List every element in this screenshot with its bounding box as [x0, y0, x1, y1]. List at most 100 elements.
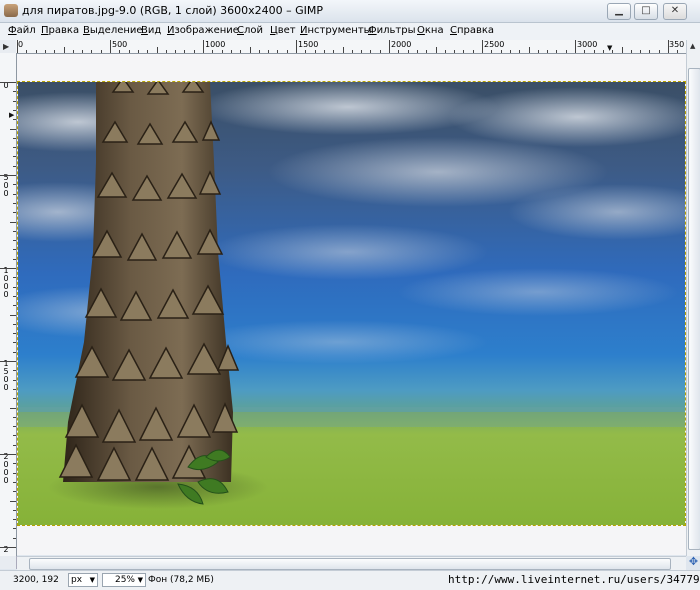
menu-layer[interactable]: Слой [237, 25, 263, 36]
ruler-tick [175, 50, 177, 53]
horizontal-scrollbar[interactable] [17, 556, 686, 570]
menu-colors[interactable]: Цвет [270, 25, 296, 36]
vertical-scrollbar[interactable]: ▲ [686, 40, 700, 556]
horizontal-ruler[interactable]: 0 500 1000 1500 2000 2500 3000 350 ▼ [16, 40, 686, 54]
ruler-tick [44, 50, 46, 53]
ruler-tick [203, 40, 204, 53]
ruler-tick [435, 47, 437, 53]
ruler-tick [398, 50, 400, 53]
ruler-label: 2000 [391, 40, 412, 49]
ruler-label: 2000 [3, 452, 9, 485]
ruler-tick [258, 50, 260, 53]
ruler-tick [268, 50, 270, 53]
ruler-tick [426, 50, 428, 53]
ruler-tick [13, 277, 16, 279]
horizontal-scroll-thumb[interactable] [29, 558, 671, 570]
vertical-ruler[interactable]: 0 500 1000 1500 2000 2 ▶ [0, 53, 17, 556]
ruler-tick [13, 109, 16, 111]
ruler-tick [128, 50, 130, 53]
ruler-tick [240, 50, 242, 53]
ruler-tick [677, 50, 679, 53]
menu-bar: Файл Правка Выделение Вид Изображение Сл… [0, 23, 700, 41]
ruler-tick [119, 50, 121, 53]
ruler-tick [379, 50, 381, 53]
menu-edit[interactable]: Правка [41, 25, 79, 36]
ruler-tick [82, 50, 84, 53]
ruler-tick [0, 361, 16, 362]
ruler-tick [72, 50, 74, 53]
ruler-corner[interactable]: ▶ [0, 40, 17, 54]
ruler-tick [0, 82, 16, 83]
ruler-tick [13, 370, 16, 372]
ruler-tick [26, 50, 28, 53]
ruler-tick [547, 50, 549, 53]
ruler-tick [277, 50, 279, 53]
menu-tools[interactable]: Инструменты [300, 25, 372, 36]
ruler-label: 1500 [298, 40, 319, 49]
ruler-tick [13, 100, 16, 102]
ruler-label: 1000 [205, 40, 226, 49]
close-button[interactable]: ✕ [663, 3, 687, 20]
ruler-tick [668, 40, 669, 53]
ruler-tick [286, 50, 288, 53]
ruler-tick [640, 50, 642, 53]
menu-windows[interactable]: Окна [417, 25, 444, 36]
ruler-tick [13, 193, 16, 195]
ruler-tick [249, 47, 251, 53]
ruler-tick [13, 528, 16, 530]
ruler-tick [10, 314, 16, 316]
ruler-tick [351, 50, 353, 53]
watermark-url: http://www.liveinternet.ru/users/3477996… [448, 573, 700, 586]
title-bar: для пиратов.jpg-9.0 (RGB, 1 слой) 3600x2… [0, 0, 700, 23]
ruler-tick [221, 50, 223, 53]
ruler-tick [13, 295, 16, 297]
menu-view[interactable]: Вид [141, 25, 161, 36]
ruler-tick [13, 165, 16, 167]
ruler-tick [0, 454, 16, 455]
ruler-tick [13, 91, 16, 93]
ruler-label: 1500 [3, 359, 9, 392]
menu-select[interactable]: Выделение [83, 25, 143, 36]
ruler-tick [565, 50, 567, 53]
menu-file[interactable]: Файл [8, 25, 36, 36]
ruler-tick [137, 50, 139, 53]
menu-image[interactable]: Изображение [167, 25, 239, 36]
navigate-icon[interactable]: ✥ [687, 556, 700, 569]
ruler-tick [156, 47, 158, 53]
unit-select[interactable]: px ▼ [68, 573, 98, 587]
ruler-tick [500, 50, 502, 53]
ruler-tick [13, 147, 16, 149]
ruler-tick [13, 286, 16, 288]
quickmask-toggle[interactable] [0, 556, 17, 569]
scroll-up-icon[interactable]: ▲ [690, 42, 695, 50]
menu-filters[interactable]: Фильтры [368, 25, 415, 36]
vertical-scroll-thumb[interactable] [688, 68, 700, 550]
ruler-tick [13, 202, 16, 204]
ruler-tick [212, 50, 214, 53]
ruler-tick [10, 500, 16, 502]
ruler-tick [13, 342, 16, 344]
ruler-tick [584, 50, 586, 53]
menu-help[interactable]: Справка [450, 25, 494, 36]
ruler-tick [35, 50, 37, 53]
ruler-tick [342, 47, 344, 53]
ruler-label: 0 [18, 40, 24, 49]
zoom-select[interactable]: 25% ▼ [102, 573, 146, 587]
ruler-tick [13, 258, 16, 260]
ruler-tick [13, 481, 16, 483]
image-canvas[interactable] [17, 81, 686, 526]
minimize-button[interactable]: ▁ [607, 3, 631, 20]
ruler-tick [17, 40, 18, 53]
ruler-tick [13, 416, 16, 418]
unit-value: px [71, 575, 83, 585]
ruler-tick [323, 50, 325, 53]
maximize-button[interactable]: □ [634, 3, 658, 20]
ruler-tick [91, 50, 93, 53]
palm-sky-grass-image [18, 82, 685, 525]
ruler-tick [13, 323, 16, 325]
gimp-app-icon [4, 4, 18, 17]
ruler-tick [13, 379, 16, 381]
ruler-tick [13, 537, 16, 539]
ruler-tick [10, 407, 16, 409]
ruler-tick [110, 40, 111, 53]
